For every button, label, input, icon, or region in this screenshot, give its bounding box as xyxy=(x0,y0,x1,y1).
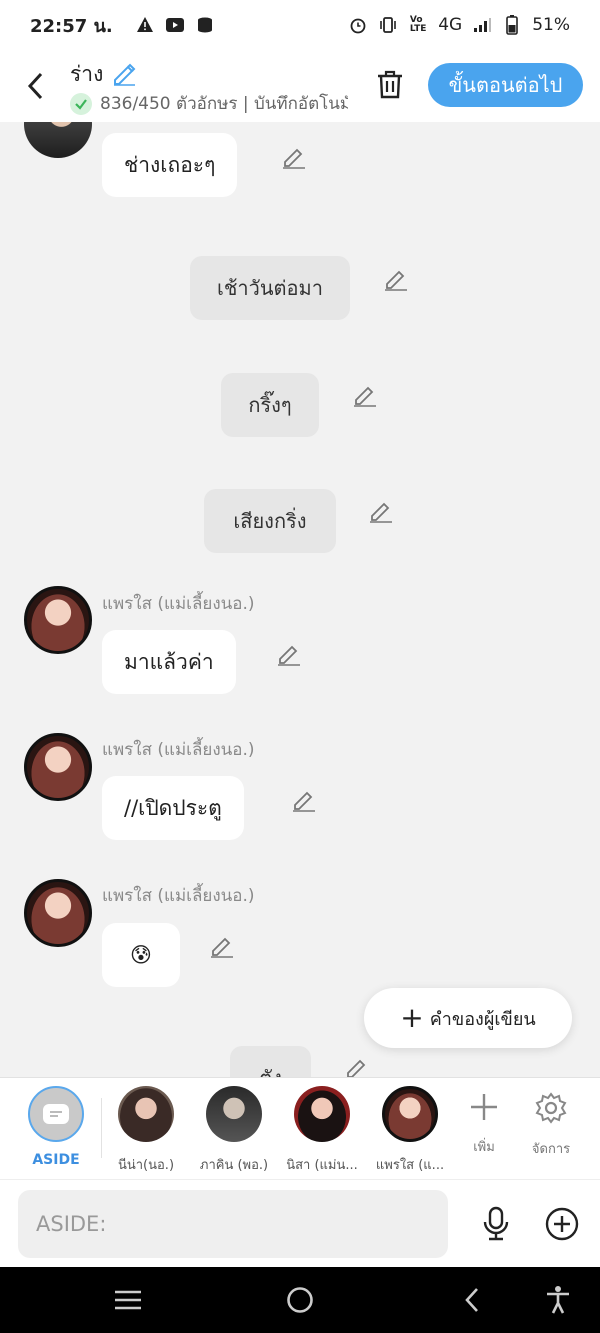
character-bar: ASIDE นีน่า(นอ.) ภาคิน (พอ.) นิสา (แม่น.… xyxy=(0,1077,600,1179)
warning-icon xyxy=(135,15,155,35)
pencil-icon[interactable] xyxy=(344,1055,370,1077)
character-label: นีน่า(นอ.) xyxy=(117,1158,175,1173)
character-avatar xyxy=(206,1086,262,1142)
input-bar: ASIDE: xyxy=(0,1179,600,1267)
aside-icon xyxy=(28,1086,84,1142)
pencil-icon[interactable] xyxy=(281,144,307,170)
character-label: นิสา (แม่น... xyxy=(286,1158,358,1173)
pencil-icon[interactable] xyxy=(352,382,378,408)
character-item[interactable]: นิสา (แม่น... xyxy=(280,1086,364,1175)
nav-back-button[interactable] xyxy=(452,1283,492,1317)
message-bubble[interactable]: ช่างเถอะๆ xyxy=(102,133,238,197)
vibrate-icon xyxy=(378,15,398,35)
storage-icon xyxy=(195,15,215,35)
status-notification-icons xyxy=(135,15,215,35)
next-step-button[interactable]: ขั้นตอนต่อไป xyxy=(428,63,583,107)
system-nav-bar xyxy=(0,1267,600,1333)
narration-bubble[interactable]: เสียงกริ่ง xyxy=(204,489,336,553)
character-label: ภาคิน (พอ.) xyxy=(199,1158,269,1173)
home-button[interactable] xyxy=(280,1283,320,1317)
chevron-left-icon xyxy=(465,1288,478,1312)
author-note-label: คำของผู้เขียน xyxy=(429,1008,536,1030)
status-bar: 22:57 น. Vo LTE 4G 51% xyxy=(0,0,600,50)
video-app-icon xyxy=(165,15,185,35)
menu-button[interactable] xyxy=(108,1283,148,1317)
trash-icon xyxy=(378,70,402,99)
status-time: 22:57 น. xyxy=(30,15,113,37)
message-bubble[interactable]: มาแล้วค่า xyxy=(102,630,236,694)
battery-percent: 51% xyxy=(532,15,570,35)
speaker-name: แพรใส (แม่เลี้ยงนอ.) xyxy=(102,740,255,760)
narration-bubble[interactable]: ตัง xyxy=(230,1046,311,1077)
voice-input-button[interactable] xyxy=(476,1202,516,1246)
pencil-icon[interactable] xyxy=(368,498,394,524)
home-circle-icon xyxy=(287,1287,313,1313)
accessibility-button[interactable] xyxy=(538,1283,578,1317)
pencil-icon[interactable] xyxy=(209,933,235,959)
add-content-button[interactable] xyxy=(540,1202,584,1246)
manage-label: จัดการ xyxy=(531,1142,571,1157)
edit-title-icon[interactable] xyxy=(111,60,137,90)
accessibility-icon xyxy=(547,1286,569,1314)
plus-icon: + xyxy=(400,1001,424,1034)
pencil-icon[interactable] xyxy=(276,641,302,667)
alarm-icon xyxy=(348,15,368,35)
pencil-icon[interactable] xyxy=(291,787,317,813)
battery-icon xyxy=(502,15,522,35)
speaker-name: แพรใส (แม่เลี้ยงนอ.) xyxy=(102,886,255,906)
check-icon xyxy=(70,92,92,115)
title-row: ร่าง xyxy=(70,58,137,91)
volte-icon: Vo LTE xyxy=(409,15,427,34)
editor-header: ร่าง 836/450 ตัวอักษร | บันทึกอัตโนมัติ … xyxy=(0,50,600,122)
save-status-row: 836/450 ตัวอักษร | บันทึกอัตโนมัติ xyxy=(70,90,348,117)
narration-bubble[interactable]: เช้าวันต่อมา xyxy=(190,256,350,320)
pencil-icon[interactable] xyxy=(383,266,409,292)
aside-label: ASIDE xyxy=(32,1152,80,1168)
divider xyxy=(101,1098,102,1158)
avatar xyxy=(24,122,92,158)
status-system-icons: Vo LTE 4G 51% xyxy=(348,15,570,35)
message-bubble[interactable]: 😰 xyxy=(102,923,180,987)
back-button[interactable] xyxy=(20,68,50,104)
delete-button[interactable] xyxy=(372,66,408,102)
plus-circle-icon xyxy=(545,1207,579,1241)
network-type: 4G xyxy=(438,15,463,35)
character-item[interactable]: ภาคิน (พอ.) xyxy=(192,1086,276,1175)
microphone-icon xyxy=(483,1206,509,1241)
avatar xyxy=(24,879,92,947)
character-avatar xyxy=(294,1086,350,1142)
message-input[interactable]: ASIDE: xyxy=(18,1190,448,1258)
character-count-status: 836/450 ตัวอักษร | บันทึกอัตโนมัติ xyxy=(100,94,348,114)
character-item[interactable]: แพรใส (แ... xyxy=(368,1086,452,1175)
page-title: ร่าง xyxy=(70,62,104,86)
plus-icon xyxy=(471,1094,497,1120)
character-avatar xyxy=(382,1086,438,1142)
menu-icon xyxy=(115,1290,141,1310)
speaker-name: แพรใส (แม่เลี้ยงนอ.) xyxy=(102,594,255,614)
avatar xyxy=(24,586,92,654)
character-item[interactable]: นีน่า(นอ.) xyxy=(104,1086,188,1175)
add-label: เพิ่ม xyxy=(473,1140,495,1155)
chevron-left-icon xyxy=(27,72,43,100)
character-label: แพรใส (แ... xyxy=(375,1158,445,1173)
message-bubble[interactable]: //เปิดประตู xyxy=(102,776,244,840)
author-note-button[interactable]: + คำของผู้เขียน xyxy=(364,988,572,1048)
avatar xyxy=(24,733,92,801)
aside-tab[interactable]: ASIDE xyxy=(22,1086,90,1168)
chat-area: ช่างเถอะๆ เช้าวันต่อมา กริ๊งๆ เสียงกริ่ง… xyxy=(0,122,600,1077)
add-character-button[interactable]: เพิ่ม xyxy=(454,1092,514,1157)
signal-icon xyxy=(472,15,492,35)
narration-bubble[interactable]: กริ๊งๆ xyxy=(221,373,319,437)
gear-icon xyxy=(535,1092,567,1124)
character-avatar xyxy=(118,1086,174,1142)
manage-characters-button[interactable]: จัดการ xyxy=(521,1092,581,1159)
